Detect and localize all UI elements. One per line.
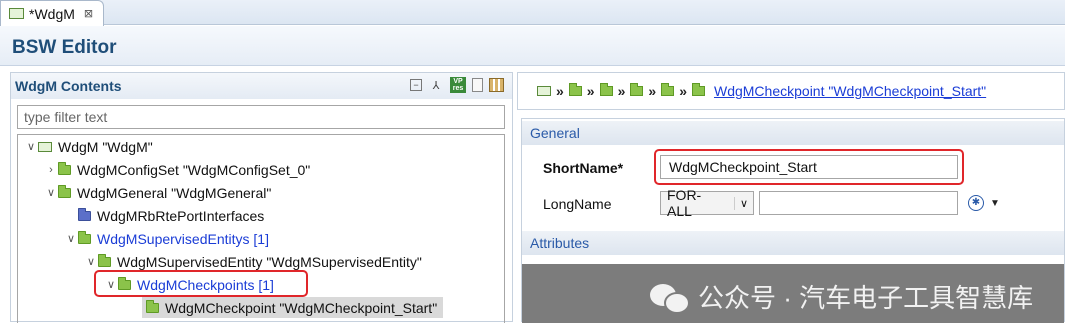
editor-title: BSW Editor [12, 37, 117, 58]
table-icon[interactable] [489, 78, 504, 92]
breadcrumb-link-checkpoint[interactable]: WdgMCheckpoint "WdgMCheckpoint_Start" [714, 83, 986, 99]
highlight-shortname [654, 149, 964, 185]
tree-node-general[interactable]: ∨ WdgMGeneral "WdgMGeneral" [44, 182, 271, 203]
module-icon [9, 8, 24, 19]
folder-icon[interactable] [691, 83, 705, 96]
folder-icon[interactable] [568, 83, 582, 96]
chevron-right-icon[interactable]: › [44, 164, 58, 176]
folder-icon [78, 230, 91, 244]
tree-node-configset[interactable]: › WdgMConfigSet "WdgMConfigSet_0" [44, 159, 310, 180]
document-icon[interactable] [472, 78, 483, 92]
folder-icon [146, 299, 159, 313]
wechat-logo-icon [650, 282, 690, 314]
chevron-down-icon[interactable]: ∨ [24, 140, 38, 153]
folder-icon [98, 253, 111, 267]
editor-header: BSW Editor [0, 26, 1065, 66]
watermark-overlay: 公众号 · 汽车电子工具智慧库 [522, 264, 1064, 323]
contents-tree: ∨ WdgM "WdgM" › WdgMConfigSet "WdgMConfi… [17, 134, 505, 323]
shortname-label: ShortName* [543, 160, 624, 176]
collapse-all-icon[interactable]: − [410, 79, 422, 91]
folder-icon[interactable] [630, 83, 644, 96]
chevron-down-icon[interactable]: ∨ [44, 186, 58, 199]
tree-node-label: WdgMCheckpoint "WdgMCheckpoint_Start" [165, 299, 438, 316]
contents-toolbar: − ⅄ VP res [410, 77, 504, 93]
tab-wdgm[interactable]: *WdgM ⊠ [0, 0, 104, 26]
tree-node-wdgm[interactable]: ∨ WdgM "WdgM" [24, 136, 153, 157]
longname-language-select[interactable]: FOR-ALL ∨ [660, 187, 754, 219]
breadcrumb-separator: » [586, 83, 595, 99]
folder-icon [78, 207, 91, 221]
section-attributes-header[interactable]: Attributes [522, 231, 1064, 255]
tree-node-label: WdgM "WdgM" [58, 138, 153, 155]
language-value: FOR-ALL [667, 187, 702, 219]
chevron-down-icon[interactable]: ∨ [84, 255, 98, 268]
folder-icon[interactable] [599, 83, 613, 96]
folder-icon [58, 184, 71, 198]
tree-node-label: WdgMRbRtePortInterfaces [97, 207, 265, 224]
breadcrumb: » » » » » WdgMCheckpoint "WdgMCheckpoint… [517, 72, 1065, 110]
tree-node-label: WdgMSupervisedEntitys [1] [97, 230, 269, 247]
watermark-text: 公众号 · 汽车电子工具智慧库 [698, 283, 1034, 313]
contents-panel: WdgM Contents − ⅄ VPres ∨ WdgM "WdgM" › … [10, 72, 513, 323]
add-language-icon[interactable]: ✱ [968, 195, 984, 211]
chevron-down-icon: ∨ [733, 196, 753, 210]
filter-input[interactable] [17, 105, 505, 129]
tree-node-checkpoint-start[interactable]: WdgMCheckpoint "WdgMCheckpoint_Start" [142, 297, 444, 318]
contents-title: WdgM Contents [15, 78, 122, 94]
highlight-checkpoints [94, 270, 308, 297]
module-icon [38, 141, 52, 152]
longname-label: LongName [543, 196, 612, 212]
properties-panel: General ShortName* LongName FOR-ALL ∨ ✱ … [521, 118, 1065, 323]
tree-node-label: WdgMGeneral "WdgMGeneral" [77, 184, 272, 201]
module-icon[interactable] [537, 86, 551, 96]
tree-node-rte-port-interfaces[interactable]: WdgMRbRtePortInterfaces [78, 205, 264, 226]
tree-node-label: WdgMConfigSet "WdgMConfigSet_0" [77, 161, 311, 178]
breadcrumb-separator: » [679, 83, 687, 99]
close-icon[interactable]: ⊠ [84, 7, 93, 20]
longname-input[interactable] [759, 191, 958, 215]
vp-res-icon[interactable]: VP res [450, 77, 466, 93]
tree-node-supervised-entity[interactable]: ∨ WdgMSupervisedEntity "WdgMSupervisedEn… [84, 251, 422, 272]
breadcrumb-separator: » [556, 83, 564, 99]
watermark: 公众号 · 汽车电子工具智慧库 [650, 278, 1033, 315]
dropdown-arrow-icon[interactable]: ▼ [990, 198, 1000, 209]
tree-node-label: WdgMSupervisedEntity "WdgMSupervisedEnti… [117, 253, 422, 270]
chevron-down-icon[interactable]: ∨ [64, 232, 78, 245]
editor-tab-bar: *WdgM ⊠ [0, 0, 1065, 26]
breadcrumb-separator: » [617, 83, 626, 99]
tree-node-supervised-entitys[interactable]: ∨ WdgMSupervisedEntitys [1] [64, 228, 269, 249]
folder-icon[interactable] [661, 83, 675, 96]
tab-label: *WdgM [29, 5, 75, 22]
section-general-header[interactable]: General [522, 121, 1064, 145]
contents-header: WdgM Contents − ⅄ VP res [11, 73, 512, 99]
hierarchy-icon[interactable]: ⅄ [428, 77, 444, 93]
breadcrumb-separator: » [648, 83, 657, 99]
folder-icon [58, 161, 71, 175]
